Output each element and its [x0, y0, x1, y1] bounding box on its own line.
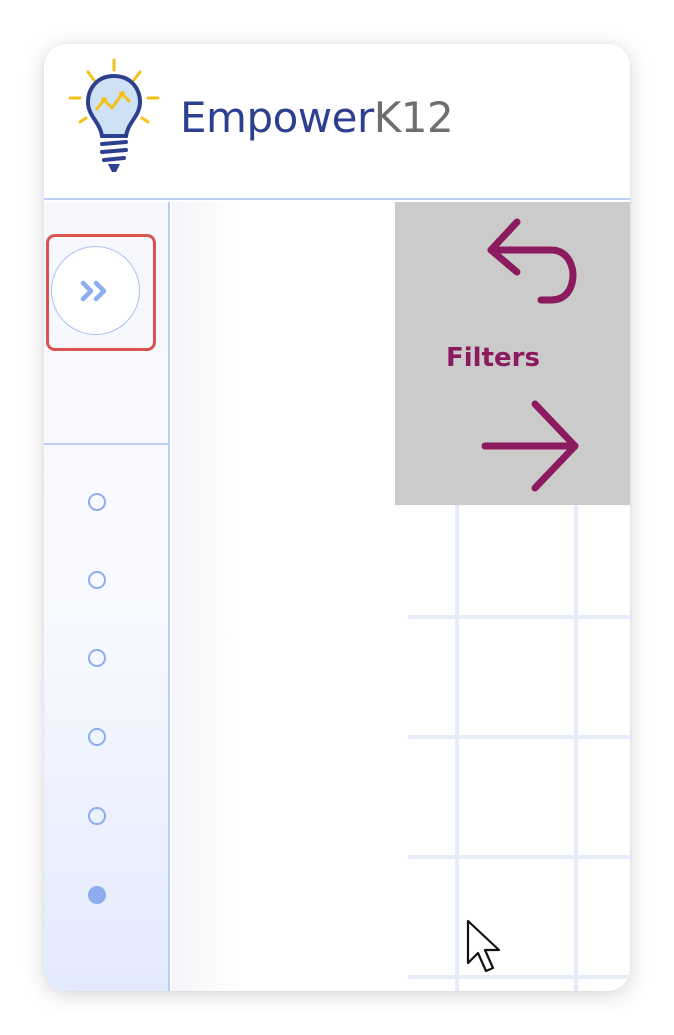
undo-icon[interactable]: [479, 210, 579, 310]
mouse-pointer-icon: [466, 919, 501, 973]
filters-label: Filters: [446, 343, 540, 373]
logo-text-empower: Empower: [180, 93, 374, 142]
grid-line: [408, 735, 630, 739]
app-window: EmpowerK12 Filters: [44, 44, 630, 991]
step-dot-4[interactable]: [88, 728, 106, 746]
lightbulb-icon: [68, 58, 160, 172]
grid-area: [408, 505, 630, 991]
grid-line: [408, 615, 630, 619]
filters-panel: Filters: [395, 202, 630, 505]
arrow-right-icon[interactable]: [479, 398, 589, 498]
step-dot-3[interactable]: [88, 649, 106, 667]
grid-line: [408, 975, 630, 979]
step-dot-1[interactable]: [88, 493, 106, 511]
step-dot-2[interactable]: [88, 571, 106, 589]
sidebar-top-section: [44, 202, 170, 445]
empowerk12-logo[interactable]: EmpowerK12: [66, 58, 466, 178]
logo-wordmark: EmpowerK12: [180, 92, 454, 144]
step-dot-5[interactable]: [88, 807, 106, 825]
logo-text-k12: K12: [373, 93, 454, 142]
grid-line: [455, 505, 459, 991]
grid-line: [574, 505, 578, 991]
content-area: [172, 202, 242, 991]
step-dot-6-active[interactable]: [88, 886, 106, 904]
double-chevron-right-icon: [80, 280, 106, 301]
header: EmpowerK12: [44, 44, 630, 200]
sidebar: [44, 202, 170, 991]
expand-sidebar-button[interactable]: [51, 246, 140, 335]
grid-line: [408, 855, 630, 859]
